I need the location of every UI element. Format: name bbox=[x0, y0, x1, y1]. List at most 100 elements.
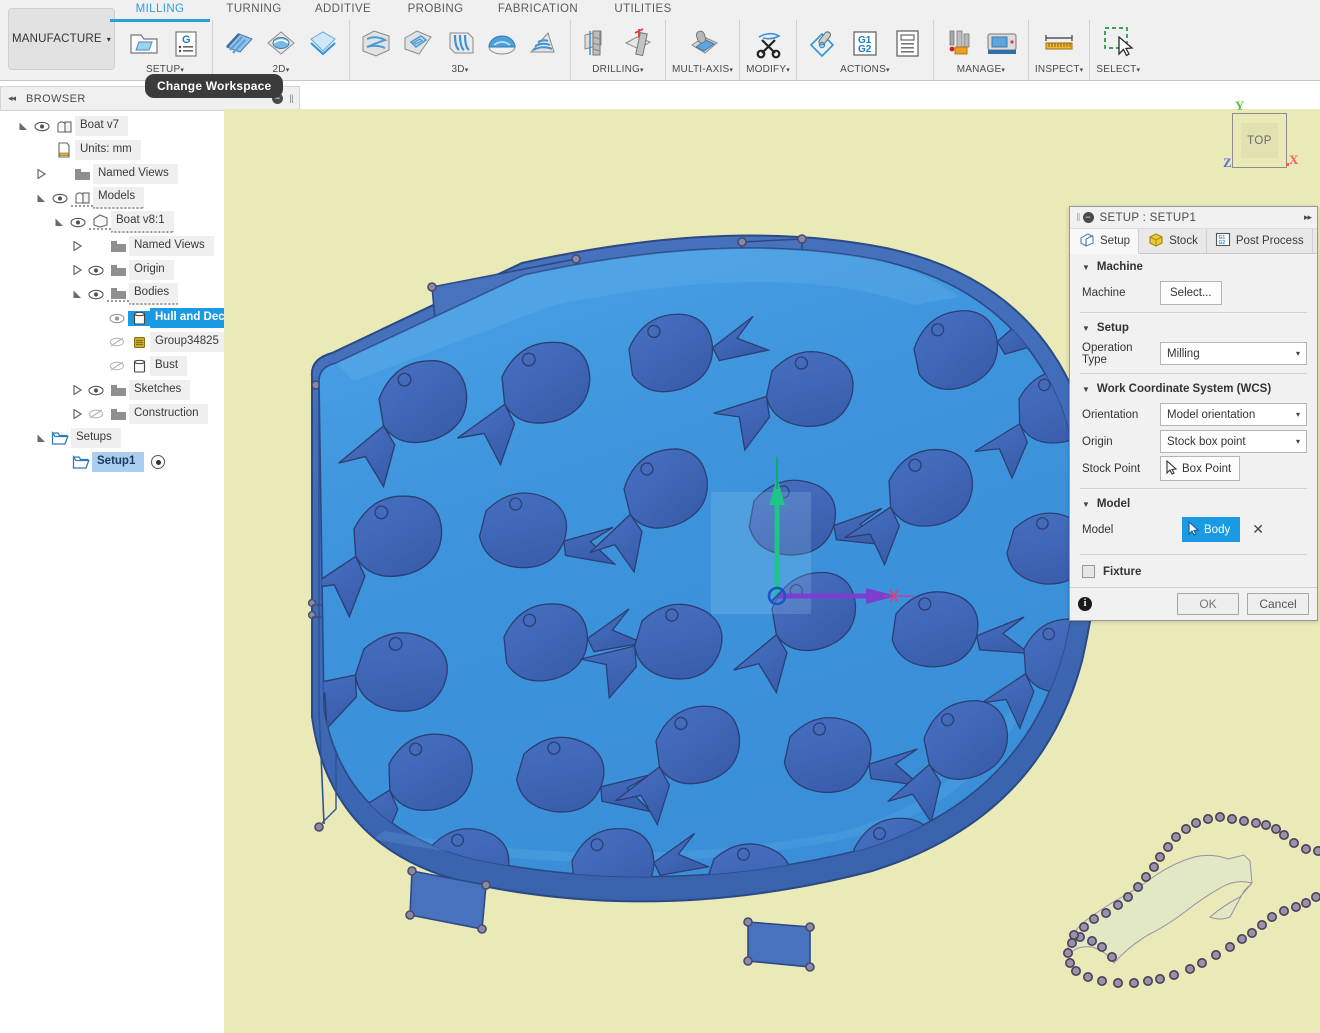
tab-probing[interactable]: PROBING bbox=[388, 0, 483, 19]
machine-library-icon[interactable] bbox=[982, 22, 1022, 64]
expand-triangle-icon[interactable] bbox=[34, 434, 49, 443]
view-cube-top-face[interactable]: TOP bbox=[1232, 113, 1287, 168]
workspace-switcher-button[interactable]: MANUFACTURE ▾ bbox=[8, 8, 115, 70]
model-body-label: Body bbox=[1204, 523, 1231, 536]
section-header-model[interactable]: ▼ Model bbox=[1070, 491, 1317, 516]
tab-post-process[interactable]: G1 G2 Post Process bbox=[1207, 229, 1313, 253]
visibility-eye-icon[interactable] bbox=[67, 217, 89, 228]
tab-fabrication[interactable]: FABRICATION bbox=[483, 0, 593, 19]
tree-item-named-views-nested[interactable]: Named Views bbox=[0, 234, 224, 258]
tree-item-origin[interactable]: Origin bbox=[0, 258, 224, 282]
stock-point-select-button[interactable]: Box Point bbox=[1160, 456, 1241, 481]
active-setup-indicator-icon[interactable] bbox=[151, 455, 166, 469]
setup-sheet-icon[interactable] bbox=[887, 22, 927, 64]
machine-select-button[interactable]: Select... bbox=[1160, 280, 1222, 305]
contour2d-icon[interactable] bbox=[303, 22, 343, 64]
tree-item-setups[interactable]: Setups bbox=[0, 426, 224, 450]
section-header-setup[interactable]: ▼ Setup bbox=[1070, 315, 1317, 340]
ribbon-group-select-label: SELECT▾ bbox=[1096, 64, 1141, 75]
visibility-eye-icon[interactable] bbox=[85, 289, 107, 300]
dialog-drag-grip[interactable]: ‖ bbox=[1076, 212, 1080, 224]
tree-item-group34825[interactable]: Group34825 bbox=[0, 330, 228, 354]
collapse-triangle-icon[interactable] bbox=[70, 385, 85, 395]
visibility-hidden-icon[interactable] bbox=[85, 408, 107, 420]
thread-mill-icon[interactable] bbox=[619, 22, 659, 64]
panel-resize-grip[interactable]: ‖ bbox=[289, 92, 294, 106]
tab-stock[interactable]: Stock bbox=[1139, 229, 1207, 253]
operation-type-dropdown[interactable]: Milling ▾ bbox=[1160, 342, 1307, 365]
folder-icon bbox=[107, 286, 129, 302]
tree-item-boat-v8[interactable]: Boat v8:1 bbox=[0, 210, 224, 234]
new-folder-g-code-icon[interactable]: G bbox=[166, 22, 206, 64]
section-header-fixture[interactable]: Fixture bbox=[1070, 557, 1317, 587]
select-marquee-icon[interactable] bbox=[1098, 22, 1138, 64]
collapse-panel-icon[interactable]: ◂◂ bbox=[8, 93, 16, 104]
dialog-title-bar[interactable]: ‖ − SETUP : SETUP1 ▸▸ bbox=[1070, 207, 1317, 229]
ok-button[interactable]: OK bbox=[1177, 593, 1239, 615]
tree-item-models[interactable]: Models bbox=[0, 186, 224, 210]
spiral3d-icon[interactable] bbox=[524, 22, 564, 64]
info-icon[interactable]: i bbox=[1078, 597, 1092, 611]
visibility-eye-icon[interactable] bbox=[85, 265, 107, 276]
tab-milling[interactable]: MILLING bbox=[110, 0, 210, 22]
tree-item-bodies[interactable]: Bodies bbox=[0, 282, 224, 306]
tab-post-process-label: Post Process bbox=[1235, 235, 1304, 247]
tree-item-hull-and-deck[interactable]: Hull and Deck bbox=[0, 306, 246, 330]
visibility-eye-icon[interactable] bbox=[31, 121, 53, 132]
scallop3d-icon[interactable] bbox=[482, 22, 522, 64]
adaptive2d-icon[interactable] bbox=[261, 22, 301, 64]
visibility-eye-icon[interactable] bbox=[106, 313, 128, 324]
collapse-triangle-icon[interactable] bbox=[70, 409, 85, 419]
simulate-icon[interactable] bbox=[803, 22, 843, 64]
parallel3d-icon[interactable] bbox=[440, 22, 480, 64]
new-setup-icon[interactable] bbox=[124, 22, 164, 64]
tab-utilities[interactable]: UTILITIES bbox=[593, 0, 693, 19]
collapse-triangle-icon[interactable] bbox=[34, 169, 49, 179]
visibility-hidden-icon[interactable] bbox=[106, 360, 128, 372]
drill-icon[interactable] bbox=[577, 22, 617, 64]
tree-item-units[interactable]: Units: mm bbox=[0, 138, 224, 162]
sketch-profile[interactable] bbox=[1062, 811, 1320, 988]
tree-item-bust[interactable]: Bust bbox=[0, 354, 224, 378]
origin-value: Stock box point bbox=[1167, 435, 1246, 448]
adaptive3d-icon[interactable] bbox=[356, 22, 396, 64]
fixture-checkbox[interactable] bbox=[1082, 565, 1095, 578]
clear-model-selection-icon[interactable]: ✕ bbox=[1252, 521, 1264, 538]
tree-item-boat-v7[interactable]: Boat v7 bbox=[0, 114, 224, 138]
post-process-g1g2-icon[interactable]: G1 G2 bbox=[845, 22, 885, 64]
visibility-hidden-icon[interactable] bbox=[106, 336, 128, 348]
visibility-eye-icon[interactable] bbox=[85, 385, 107, 396]
section-header-machine[interactable]: ▼ Machine bbox=[1070, 254, 1317, 279]
section-header-wcs[interactable]: ▼ Work Coordinate System (WCS) bbox=[1070, 376, 1317, 401]
expand-triangle-icon[interactable] bbox=[70, 290, 85, 299]
tree-item-label: Bodies bbox=[129, 283, 179, 305]
tree-item-named-views[interactable]: Named Views bbox=[0, 162, 224, 186]
tree-item-construction[interactable]: Construction bbox=[0, 402, 224, 426]
dialog-expand-icon[interactable]: ▸▸ bbox=[1304, 212, 1312, 223]
expand-triangle-icon[interactable] bbox=[34, 194, 49, 203]
tool-library-icon[interactable] bbox=[940, 22, 980, 64]
collapse-triangle-icon[interactable] bbox=[70, 265, 85, 275]
view-cube[interactable]: TOP Y Z X bbox=[1223, 98, 1298, 171]
multi-axis-contour-icon[interactable] bbox=[683, 22, 723, 64]
origin-dropdown[interactable]: Stock box point ▾ bbox=[1160, 430, 1307, 453]
pocket3d-icon[interactable] bbox=[398, 22, 438, 64]
expand-triangle-icon[interactable] bbox=[16, 122, 31, 131]
tab-additive[interactable]: ADDITIVE bbox=[298, 0, 388, 19]
tree-item-setup1[interactable]: Setup1 bbox=[0, 450, 224, 474]
expand-triangle-icon[interactable] bbox=[52, 218, 67, 227]
visibility-eye-icon[interactable] bbox=[49, 193, 71, 204]
tab-turning[interactable]: TURNING bbox=[210, 0, 298, 19]
collapse-triangle-icon[interactable] bbox=[70, 241, 85, 251]
setup-cube-icon bbox=[1078, 232, 1095, 250]
ribbon-group-multi-axis: MULTI-AXIS▾ bbox=[666, 20, 741, 80]
orientation-dropdown[interactable]: Model orientation ▾ bbox=[1160, 403, 1307, 426]
model-body-select-button[interactable]: Body bbox=[1182, 517, 1241, 542]
face-icon[interactable] bbox=[219, 22, 259, 64]
trim-scissors-icon[interactable] bbox=[748, 22, 788, 64]
dialog-collapse-icon[interactable]: − bbox=[1082, 212, 1094, 223]
tab-setup[interactable]: Setup bbox=[1070, 229, 1140, 254]
cancel-button[interactable]: Cancel bbox=[1247, 593, 1309, 615]
measure-ruler-icon[interactable] bbox=[1039, 22, 1079, 64]
tree-item-sketches[interactable]: Sketches bbox=[0, 378, 224, 402]
